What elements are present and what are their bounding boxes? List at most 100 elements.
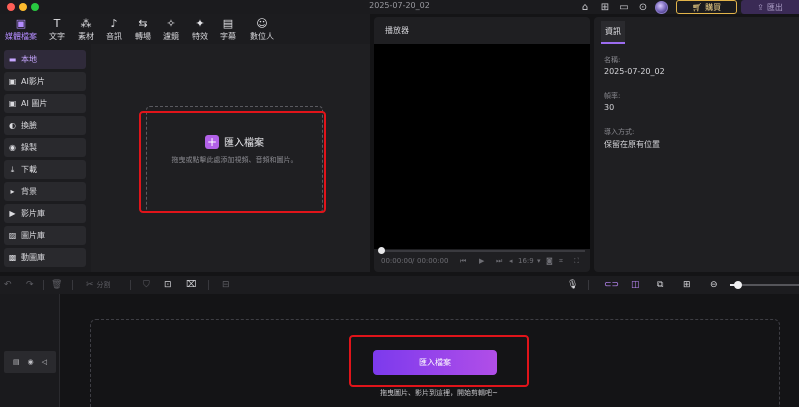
sidebar-item-label: 錄製 (21, 143, 37, 152)
undo-icon[interactable]: ↶ (4, 278, 12, 292)
tab-info[interactable]: 資訊 (601, 21, 625, 44)
shield-icon[interactable]: ⛉ (143, 278, 150, 292)
link-clips-icon[interactable]: ◫ (631, 278, 640, 292)
divider (130, 280, 131, 290)
tab-audio[interactable]: ♪ 音訊 (98, 16, 130, 44)
export-icon: ⇪ (757, 2, 764, 12)
download-icon: ⤓ (10, 164, 15, 174)
sidebar-item-image-library[interactable]: ▨ 圖片庫 (4, 226, 86, 245)
sidebar-item-record[interactable]: ◉ 錄製 (4, 138, 86, 157)
sidebar-item-download[interactable]: ⤓ 下載 (4, 160, 86, 179)
filter-icon: ✧ (166, 17, 176, 30)
track-visibility-icon[interactable]: ◉ (28, 358, 34, 366)
playhead-knob[interactable] (378, 247, 385, 254)
magnet-snap-icon[interactable]: ⊂⊃ (604, 278, 619, 292)
current-time: 00:00:00 (381, 257, 413, 265)
gif-library-icon: ▩ (8, 253, 17, 262)
cart-icon: 🛒︎ (691, 2, 703, 12)
avatar-icon: ☺ (256, 17, 268, 30)
tab-digital-human[interactable]: ☺ 數位人 (244, 16, 280, 44)
microphone-icon[interactable]: 🎙︎ (567, 278, 578, 292)
zoom-slider-knob[interactable] (734, 281, 742, 289)
fullscreen-icon[interactable]: ⛶ (574, 257, 579, 266)
fps-value: 30 (604, 103, 615, 112)
divider (43, 280, 44, 290)
scissors-icon: ✂ (86, 280, 94, 290)
sidebar-item-gif-library[interactable]: ▩ 動圖庫 (4, 248, 86, 267)
timeline-hint: 拖曳圖片、影片到這裡，開始剪輯吧~ (380, 389, 498, 397)
tab-label: 字幕 (220, 32, 236, 41)
subtitle-icon: ▤ (222, 17, 234, 30)
fps-label: 幀率: (604, 92, 621, 100)
export-clip-icon[interactable]: ⊟ (222, 278, 230, 292)
timeline-import-button[interactable]: 匯入檔案 (373, 350, 497, 375)
sidebar-item-local[interactable]: ▬ 本地 (4, 50, 86, 69)
sidebar-item-face-swap[interactable]: ◐ 換臉 (4, 116, 86, 135)
transition-icon: ⇆ (138, 17, 148, 30)
track-lock-icon[interactable]: ▤ (13, 358, 20, 366)
aspect-ratio-select[interactable]: 16:9 (518, 257, 534, 265)
divider (208, 280, 209, 290)
title-bar: 2025-07-20_02 ⌂ ⊞ ▭ ⊙ 🛒︎ 購買 ⇪ 匯出 (0, 0, 799, 14)
tab-label: 轉場 (135, 32, 151, 41)
video-library-icon: ▶ (9, 209, 16, 218)
effects-icon: ✦ (195, 17, 205, 30)
player-title: 播放器 (385, 26, 409, 35)
record-icon: ◉ (9, 143, 16, 152)
snapshot-icon[interactable]: ◙ (546, 257, 553, 265)
grid-icon[interactable]: ⊞ (598, 0, 612, 14)
music-icon: ♪ (110, 17, 118, 30)
tab-text[interactable]: T 文字 (41, 16, 73, 44)
redo-icon[interactable]: ↷ (26, 278, 34, 292)
elements-icon: ⁂ (80, 17, 92, 30)
name-label: 名稱: (604, 56, 621, 64)
sidebar-item-label: AI 圖片 (21, 99, 48, 108)
preview-screen (374, 44, 590, 249)
tab-label: 音訊 (106, 32, 122, 41)
feedback-icon[interactable]: ▭ (617, 0, 631, 14)
export-button[interactable]: ⇪ 匯出 (741, 0, 799, 14)
tab-media[interactable]: ▣ 媒體檔案 (3, 16, 39, 44)
text-box-icon[interactable]: ⊡ (164, 278, 172, 292)
split-view-icon[interactable]: ⧉ (657, 278, 663, 292)
gift-icon[interactable]: ⌂ (578, 0, 592, 14)
split-button[interactable]: ✂ 分割 (86, 278, 111, 292)
next-frame-icon[interactable]: ⏭ (496, 257, 502, 266)
chevron-down-icon[interactable]: ▾ (537, 257, 541, 265)
delete-icon[interactable]: 🗑︎ (51, 278, 62, 292)
sidebar-item-label: 影片庫 (21, 209, 45, 218)
clear-format-icon[interactable]: ⌧ (186, 278, 196, 292)
play-icon[interactable]: ▶ (479, 257, 484, 265)
sidebar-item-ai-video[interactable]: ▣ AI影片 (4, 72, 86, 91)
sidebar-item-video-library[interactable]: ▶ 影片庫 (4, 204, 86, 223)
buy-button[interactable]: 🛒︎ 購買 (676, 0, 737, 14)
tab-subtitles[interactable]: ▤ 字幕 (212, 16, 244, 44)
export-label: 匯出 (766, 2, 783, 12)
track-header: ▤ ◉ ◁ (4, 351, 56, 373)
player-controls: 00:00:00 / 00:00:00 ⏮ ▶ ⏭ ◂ 16:9 ▾ ◙ ⌗ ⛶ (374, 257, 590, 271)
crop-icon[interactable]: ⌗ (559, 257, 563, 266)
user-avatar[interactable] (655, 1, 668, 14)
sidebar-item-ai-image[interactable]: ▣ AI 圖片 (4, 94, 86, 113)
playback-scrubber[interactable] (380, 250, 585, 252)
sidebar-item-label: 本地 (21, 55, 37, 64)
download-icon[interactable]: ⊙ (636, 0, 650, 14)
volume-icon[interactable]: ◂ (509, 257, 513, 265)
tab-filters[interactable]: ✧ 濾鏡 (155, 16, 187, 44)
ai-image-icon: ▣ (8, 99, 17, 108)
background-icon: ▸ (10, 187, 15, 196)
divider (72, 280, 73, 290)
timeline-toolbar: ↶ ↷ 🗑︎ ✂ 分割 ⛉ ⊡ ⌧ ⊟ 🎙︎ ⊂⊃ ◫ ⧉ ⊞ ⊖ (0, 276, 799, 294)
image-library-icon: ▨ (8, 231, 17, 240)
folder-icon: ▬ (8, 55, 17, 64)
track-audio-icon[interactable]: ◁ (42, 358, 47, 366)
tab-label: 媒體檔案 (5, 32, 37, 41)
buy-label: 購買 (705, 2, 722, 12)
zoom-out-icon[interactable]: ⊖ (710, 278, 718, 292)
prev-frame-icon[interactable]: ⏮ (460, 257, 466, 266)
media-sidebar: ▬ 本地 ▣ AI影片 ▣ AI 圖片 ◐ 換臉 ◉ 錄製 ⤓ 下載 ▸ 背景 … (0, 44, 91, 272)
media-icon: ▣ (15, 17, 27, 30)
fit-timeline-icon[interactable]: ⊞ (683, 278, 691, 292)
sidebar-item-background[interactable]: ▸ 背景 (4, 182, 86, 201)
split-label: 分割 (96, 281, 111, 289)
